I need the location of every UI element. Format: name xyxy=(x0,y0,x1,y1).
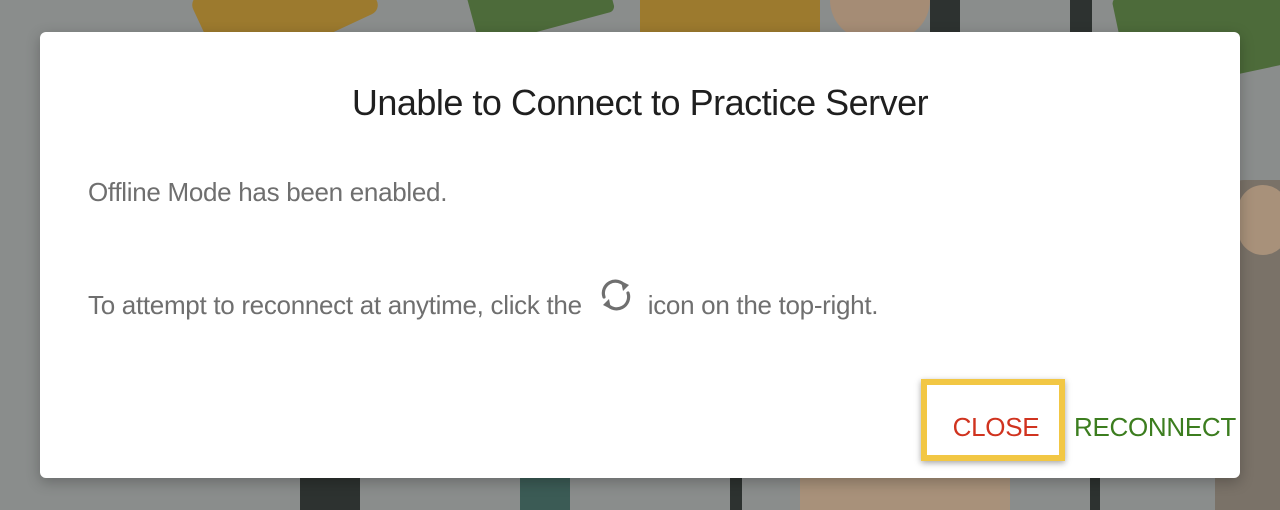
floor-illustration xyxy=(800,478,1010,510)
connection-error-dialog: Unable to Connect to Practice Server Off… xyxy=(40,32,1240,478)
offline-mode-message: Offline Mode has been enabled. xyxy=(88,177,448,207)
reconnect-button[interactable]: RECONNECT xyxy=(1074,407,1236,447)
dialog-title: Unable to Connect to Practice Server xyxy=(351,82,929,123)
reconnect-instruction-suffix: icon on the top-right. xyxy=(647,289,879,320)
reconnect-instruction: To attempt to reconnect at anytime, clic… xyxy=(88,279,879,325)
floor-illustration xyxy=(1090,478,1100,510)
close-button[interactable]: CLOSE xyxy=(934,407,1058,447)
refresh-icon xyxy=(596,275,636,315)
floor-illustration xyxy=(300,478,360,510)
person-head-illustration xyxy=(1238,185,1280,255)
floor-illustration xyxy=(520,478,570,510)
reconnect-instruction-prefix: To attempt to reconnect at anytime, clic… xyxy=(88,289,582,320)
floor-illustration xyxy=(730,478,742,510)
